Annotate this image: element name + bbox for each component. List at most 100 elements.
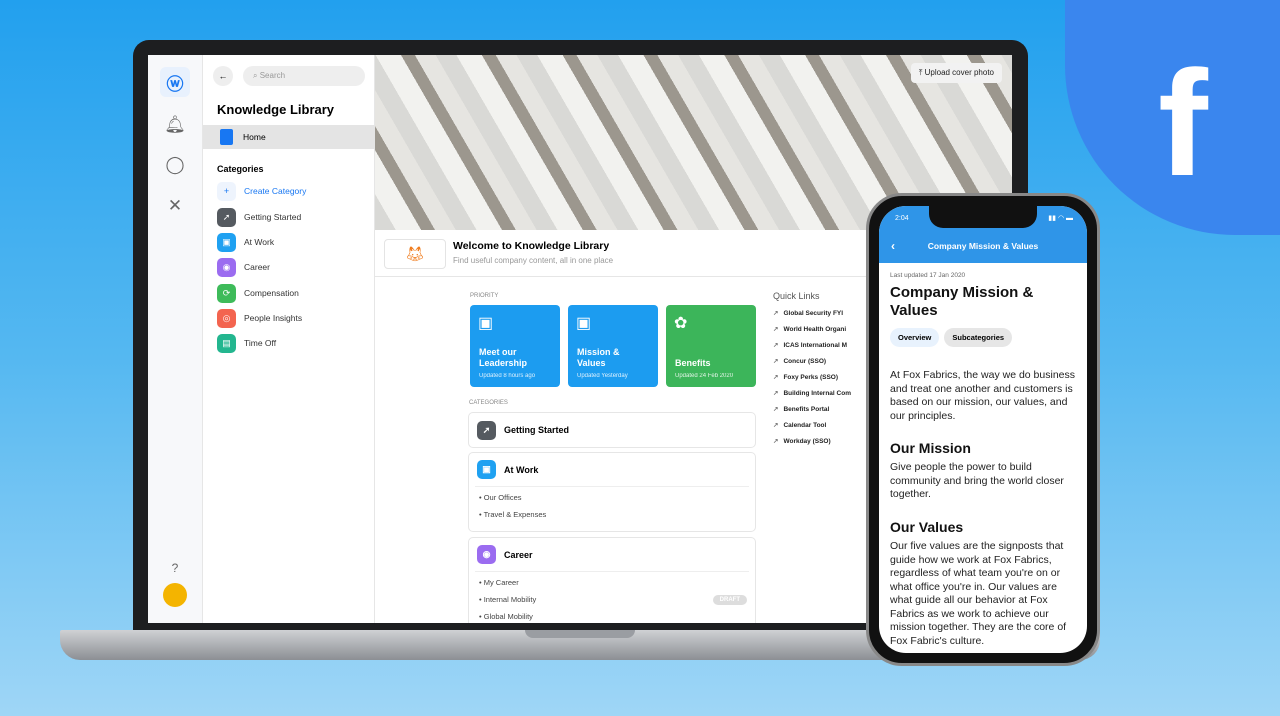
external-link-icon: ↗	[773, 326, 779, 333]
benefits-icon: ✿	[674, 315, 688, 332]
sidebar-item-getting-started[interactable]: ➚ Getting Started	[217, 207, 301, 227]
draft-badge: DRAFT	[712, 595, 747, 605]
bell-icon[interactable]: 🔔︎	[160, 110, 190, 140]
card-updated: Updated 8 hours ago	[479, 373, 536, 379]
category-title: Getting Started	[504, 425, 570, 435]
quick-link-label: Foxy Perks (SSO)	[783, 374, 839, 381]
category-getting-started[interactable]: ➚ Getting Started	[468, 412, 756, 448]
sidebar-item-career[interactable]: ◉ Career	[217, 257, 270, 277]
sidebar: ← ⌕ Search Knowledge Library Home Catego…	[203, 55, 375, 623]
sidebar-item-compensation[interactable]: ⟳ Compensation	[217, 283, 299, 303]
quick-link[interactable]: ↗ Building Internal Com	[773, 389, 863, 397]
book-icon	[220, 129, 233, 145]
avatar[interactable]	[163, 583, 187, 607]
quick-link-label: Concur (SSO)	[783, 358, 827, 365]
categories-label: CATEGORIES	[469, 400, 508, 406]
priority-card-leadership[interactable]: ▣ Meet our Leadership Updated 8 hours ago	[470, 305, 560, 387]
subcategory-link[interactable]: • Internal Mobility DRAFT	[469, 592, 755, 609]
back-button[interactable]: ←	[213, 66, 233, 86]
status-time: 2:04	[895, 215, 909, 222]
rocket-icon: ➚	[217, 207, 236, 227]
laptop-notch	[525, 630, 635, 638]
upload-label: Upload cover photo	[924, 68, 994, 77]
external-link-icon: ↗	[773, 438, 779, 445]
quick-link[interactable]: ↗ Workday (SSO)	[773, 437, 863, 445]
welcome-title: Welcome to Knowledge Library	[453, 240, 610, 252]
subcategory-link[interactable]: • Global Mobility	[469, 609, 755, 623]
card-title: Meet our Leadership	[479, 347, 528, 368]
category-at-work[interactable]: ▣ At Work • Our Offices • Travel & Expens…	[468, 452, 756, 532]
label: Getting Started	[244, 212, 302, 222]
external-link-icon: ↗	[773, 342, 779, 349]
chat-icon[interactable]: ◯	[160, 150, 190, 180]
create-label: Create Category	[244, 186, 307, 196]
money-icon: ⟳	[217, 283, 236, 303]
priority-card-benefits[interactable]: ✿ Benefits Updated 24 Feb 2020	[666, 305, 756, 387]
target-icon: ◉	[217, 257, 236, 277]
sidebar-title: Knowledge Library	[217, 102, 335, 117]
card-title: Benefits	[675, 358, 711, 368]
tab-subcategories[interactable]: Subcategories	[944, 328, 1013, 347]
label: Our Offices	[483, 493, 522, 502]
plus-icon: +	[217, 181, 236, 201]
categories-heading: Categories	[217, 164, 264, 174]
icon-rail: ⓦ 🔔︎ ◯ ✕ ?	[148, 55, 203, 623]
briefcase-icon: ▣	[478, 315, 494, 332]
subcategory-link[interactable]: • Our Offices	[469, 487, 755, 507]
search-input[interactable]: ⌕ Search	[243, 66, 365, 86]
target-icon: ◉	[477, 545, 496, 564]
label: Internal Mobility	[483, 595, 537, 604]
subcategory-link[interactable]: • Travel & Expenses	[469, 507, 755, 524]
workplace-logo-icon[interactable]: ⓦ	[160, 67, 190, 97]
priority-card-mission[interactable]: ▣ Mission & Values Updated Yesterday	[568, 305, 658, 387]
intro-text: At Fox Fabrics, the way we do business a…	[890, 369, 1075, 422]
subcategory-link[interactable]: • My Career	[469, 572, 755, 592]
sidebar-item-at-work[interactable]: ▣ At Work	[217, 232, 274, 252]
quick-links-title: Quick Links	[773, 291, 820, 301]
tab-overview[interactable]: Overview	[890, 328, 940, 347]
help-icon[interactable]: ?	[160, 553, 190, 583]
sidebar-item-home[interactable]: Home	[203, 125, 375, 149]
external-link-icon: ↗	[773, 374, 779, 381]
quick-link[interactable]: ↗ World Health Organi	[773, 325, 863, 333]
quick-link[interactable]: ↗ Global Security FYI	[773, 309, 863, 317]
quick-link-label: Global Security FYI	[783, 310, 844, 317]
external-link-icon: ↗	[773, 422, 779, 429]
external-link-icon: ↗	[773, 390, 779, 397]
tools-icon[interactable]: ✕	[160, 191, 190, 221]
quick-link[interactable]: ↗ ICAS International M	[773, 341, 863, 349]
nav-title: Company Mission & Values	[927, 241, 1039, 251]
label: Travel & Expenses	[483, 510, 547, 519]
last-updated: Last updated 17 Jan 2020	[890, 272, 966, 279]
label: Time Off	[244, 338, 277, 348]
sidebar-item-people-insights[interactable]: ◎ People Insights	[217, 308, 302, 328]
create-category-button[interactable]: + Create Category	[217, 181, 306, 201]
category-career[interactable]: ◉ Career • My Career • Internal Mobility D…	[468, 537, 756, 623]
status-icons: ▮▮ ◠ ▬	[1048, 215, 1073, 222]
label: Global Mobility	[483, 612, 533, 621]
briefcase-icon: ▣	[217, 232, 236, 252]
mission-text: Give people the power to build community…	[890, 461, 1064, 500]
briefcase-icon: ▣	[477, 460, 496, 479]
upload-cover-photo-button[interactable]: ⤒ Upload cover photo	[910, 63, 1002, 83]
label: Career	[244, 262, 270, 272]
briefcase-icon: ▣	[576, 315, 592, 332]
label: People Insights	[244, 313, 303, 323]
category-title: At Work	[504, 464, 539, 475]
mission-heading: Our Mission	[890, 440, 971, 456]
card-updated: Updated 24 Feb 2020	[675, 373, 734, 379]
quick-link-label: Building Internal Com	[783, 390, 851, 397]
sidebar-item-time-off[interactable]: ▤ Time Off	[217, 333, 276, 353]
label: At Work	[244, 237, 275, 247]
quick-link-label: World Health Organi	[783, 326, 847, 333]
fox-logo: 🦊︎	[384, 239, 446, 269]
quick-link[interactable]: ↗ Concur (SSO)	[773, 357, 863, 365]
values-heading: Our Values	[890, 519, 964, 535]
card-updated: Updated Yesterday	[577, 373, 628, 379]
quick-link-label: Calendar Tool	[783, 422, 827, 429]
facebook-logo: f	[1158, 39, 1208, 207]
quick-link[interactable]: ↗ Benefits Portal	[773, 405, 863, 413]
insights-icon: ◎	[217, 308, 236, 328]
quick-link[interactable]: ↗ Foxy Perks (SSO)	[773, 373, 863, 381]
quick-link[interactable]: ↗ Calendar Tool	[773, 421, 863, 429]
